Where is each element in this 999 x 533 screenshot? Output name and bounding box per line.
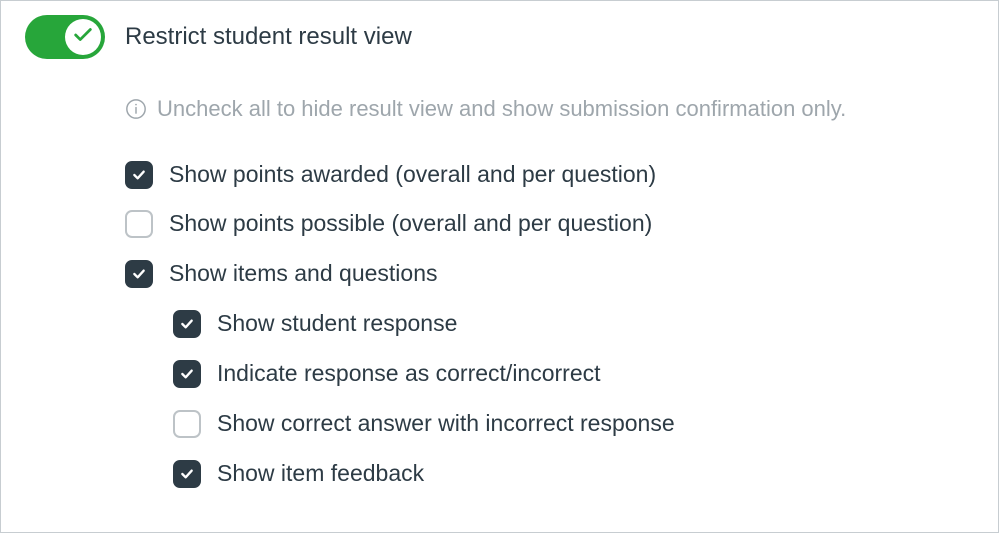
option-indicate-correct: Indicate response as correct/incorrect [173,359,974,389]
toggle-label: Restrict student result view [125,21,412,52]
option-points-awarded: Show points awarded (overall and per que… [125,160,974,190]
option-correct-answer: Show correct answer with incorrect respo… [173,409,974,439]
option-items-questions: Show items and questions [125,259,974,289]
label-indicate-correct[interactable]: Indicate response as correct/incorrect [217,359,601,389]
checkbox-list: Show points awarded (overall and per que… [125,160,974,489]
label-points-possible[interactable]: Show points possible (overall and per qu… [169,209,652,239]
label-items-questions[interactable]: Show items and questions [169,259,438,289]
option-points-possible: Show points possible (overall and per qu… [125,209,974,239]
info-icon [125,98,147,120]
label-student-response[interactable]: Show student response [217,309,457,339]
option-student-response: Show student response [173,309,974,339]
label-points-awarded[interactable]: Show points awarded (overall and per que… [169,160,656,190]
restrict-result-view-toggle[interactable] [25,15,105,59]
label-item-feedback[interactable]: Show item feedback [217,459,424,489]
checkbox-points-possible[interactable] [125,210,153,238]
toggle-knob [65,19,101,55]
toggle-row: Restrict student result view [25,15,974,59]
helper-text: Uncheck all to hide result view and show… [157,95,846,124]
checkbox-points-awarded[interactable] [125,161,153,189]
checkbox-student-response[interactable] [173,310,201,338]
checkbox-item-feedback[interactable] [173,460,201,488]
checkbox-items-questions[interactable] [125,260,153,288]
label-correct-answer[interactable]: Show correct answer with incorrect respo… [217,409,675,439]
option-item-feedback: Show item feedback [173,459,974,489]
nested-checkbox-list: Show student response Indicate response … [173,309,974,489]
checkbox-indicate-correct[interactable] [173,360,201,388]
helper-row: Uncheck all to hide result view and show… [125,95,974,124]
check-icon [72,24,94,51]
restrict-result-view-panel: Restrict student result view Uncheck all… [0,0,999,533]
checkbox-correct-answer[interactable] [173,410,201,438]
